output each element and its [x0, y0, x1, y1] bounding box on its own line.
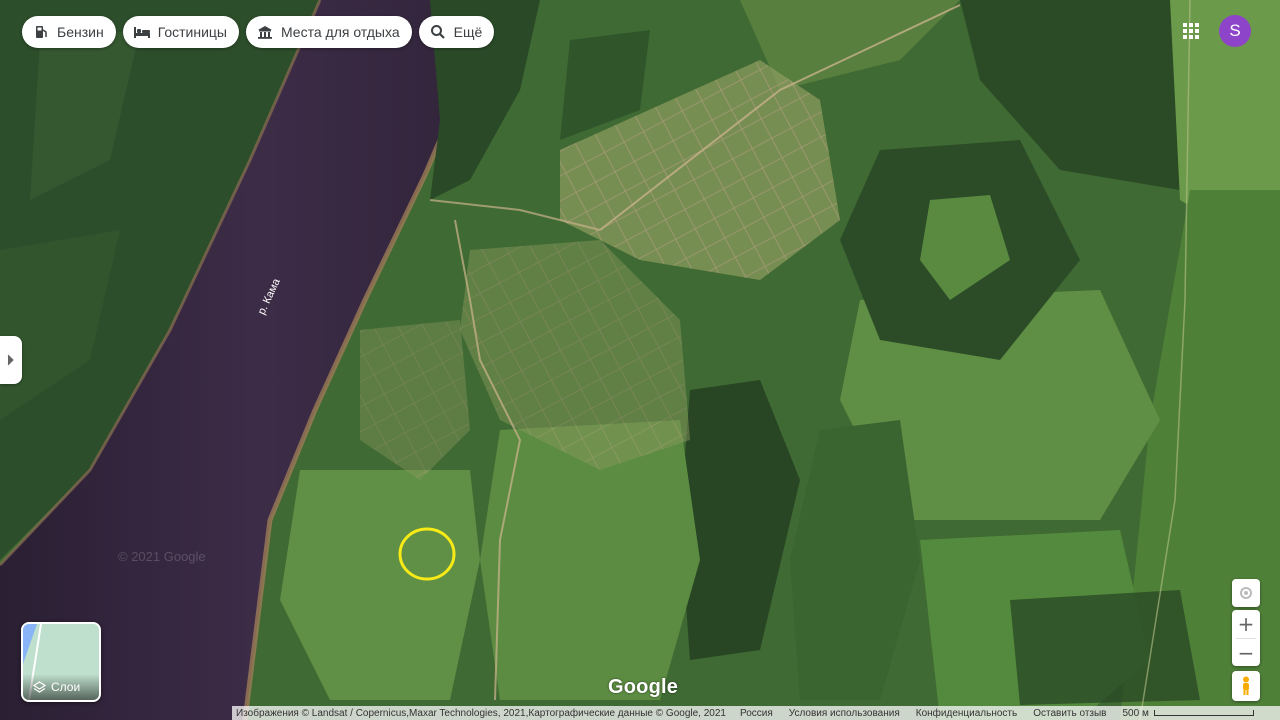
apps-grid-icon[interactable] — [1180, 20, 1202, 42]
layers-icon — [33, 680, 46, 693]
compass-location-icon — [1240, 587, 1252, 599]
layers-label: Слои — [51, 680, 81, 694]
chip-label: Бензин — [57, 24, 104, 40]
sightseeing-icon — [256, 23, 274, 41]
pegman-icon — [1243, 676, 1249, 695]
hotel-bed-icon — [133, 23, 151, 41]
chip-hotels[interactable]: Гостиницы — [122, 16, 239, 48]
zoom-out-button[interactable]: − — [1232, 639, 1260, 666]
satellite-map[interactable]: р. Кама — [0, 0, 1280, 720]
street-view-pegman-button[interactable] — [1232, 671, 1260, 701]
privacy-link[interactable]: Конфиденциальность — [916, 708, 1017, 719]
category-chips: Бензин Гостиницы Места для отдыха Ещё — [22, 16, 495, 48]
account-avatar[interactable]: S — [1219, 15, 1251, 47]
google-logo: Google — [608, 676, 679, 698]
chip-sightseeing[interactable]: Места для отдыха — [245, 16, 412, 48]
scale-line — [1153, 710, 1254, 716]
imagery-attribution: Изображения © Landsat / Copernicus,Maxar… — [236, 707, 726, 719]
gas-station-icon — [32, 23, 50, 41]
chip-label: Гостиницы — [157, 24, 227, 40]
terms-link[interactable]: Условия использования — [789, 708, 900, 719]
expand-side-panel-button[interactable] — [0, 336, 22, 384]
chip-more[interactable]: Ещё — [418, 16, 495, 48]
search-icon — [429, 23, 447, 41]
country-link[interactable]: Россия — [740, 708, 773, 719]
chip-gas[interactable]: Бензин — [22, 16, 116, 48]
my-location-button[interactable] — [1232, 579, 1260, 607]
chevron-right-icon — [7, 354, 14, 366]
chip-label: Ещё — [453, 24, 483, 40]
layers-label-row: Слои — [23, 674, 99, 700]
chip-label: Места для отдыха — [280, 24, 400, 40]
scale-label: 500 м — [1122, 707, 1149, 719]
zoom-in-button[interactable]: + — [1232, 610, 1260, 638]
layers-button[interactable]: Слои — [21, 622, 101, 702]
map-watermark: © 2021 Google — [118, 549, 206, 564]
scale-bar[interactable]: 500 м — [1122, 707, 1254, 719]
feedback-link[interactable]: Оставить отзыв — [1033, 708, 1106, 719]
zoom-controls: + − — [1232, 610, 1260, 666]
map-footer: Изображения © Landsat / Copernicus,Maxar… — [232, 706, 1280, 720]
